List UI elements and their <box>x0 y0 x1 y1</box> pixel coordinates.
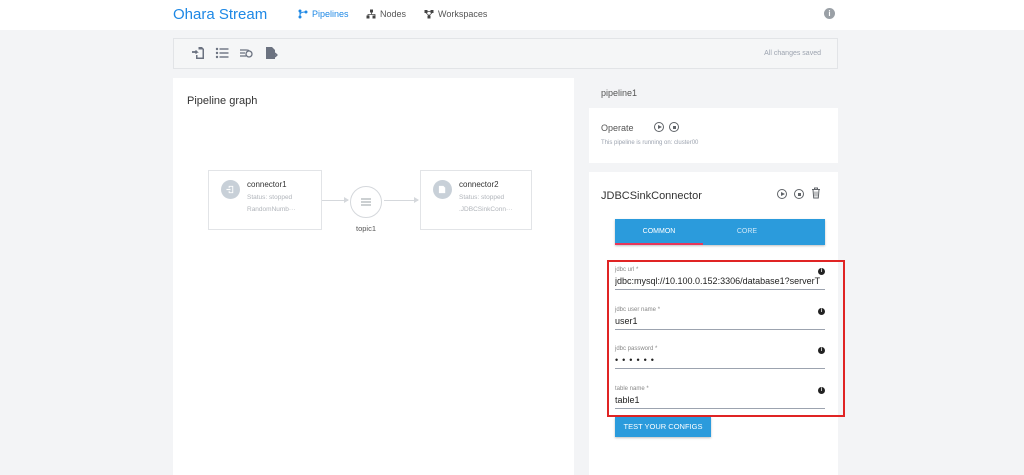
test-configs-button[interactable]: TEST YOUR CONFIGS <box>615 417 711 437</box>
nav-pipelines-label: Pipelines <box>312 9 349 19</box>
topic-label: topic1 <box>356 224 377 233</box>
info-icon[interactable]: i <box>818 308 825 315</box>
arrow-icon <box>344 197 349 203</box>
delete-icon[interactable] <box>811 187 821 199</box>
arrow-icon <box>414 197 419 203</box>
save-status: All changes saved <box>764 50 821 57</box>
node-status: Status: stopped <box>459 194 505 201</box>
config-tabs: COMMON CORE <box>615 219 825 245</box>
graph-topic-node[interactable] <box>350 186 382 218</box>
source-connector-icon[interactable] <box>191 46 205 60</box>
jdbc-user-name-input[interactable]: user1 <box>615 316 825 330</box>
node-status: Status: stopped <box>247 194 293 201</box>
source-connector-icon <box>221 180 240 199</box>
graph-node-connector2[interactable]: connector2 Status: stopped .JDBCSinkConn… <box>420 170 532 230</box>
jdbc-password-input[interactable]: •••••• <box>615 355 825 369</box>
stop-icon <box>672 125 676 129</box>
node-type: RandomNumb··· <box>247 206 296 213</box>
tab-common[interactable]: COMMON <box>615 219 703 245</box>
play-icon <box>781 192 785 196</box>
table-name-input[interactable]: table1 <box>615 395 825 409</box>
top-nav-bar: Ohara Stream Pipelines Nodes Workspaces … <box>0 0 1024 30</box>
field-label: jdbc password * <box>615 346 658 352</box>
nav-nodes-label: Nodes <box>380 9 407 19</box>
pipeline-icon <box>298 9 308 19</box>
info-icon[interactable]: i <box>824 8 835 19</box>
table-name-field[interactable]: table name * i table1 <box>615 386 825 409</box>
node-type: .JDBCSinkConn··· <box>459 206 513 213</box>
node-name: connector2 <box>459 180 499 189</box>
info-icon[interactable]: i <box>818 268 825 275</box>
nav-workspaces-label: Workspaces <box>438 9 488 19</box>
connector-start-button[interactable] <box>777 189 787 199</box>
operate-card: Operate This pipeline is running on: clu… <box>589 108 838 163</box>
graph-edge <box>384 200 418 201</box>
pipeline-stop-button[interactable] <box>669 122 679 132</box>
tab-core[interactable]: CORE <box>703 219 791 245</box>
pipeline-graph-panel: Pipeline graph connector1 Status: stoppe… <box>173 78 574 475</box>
info-icon[interactable]: i <box>818 347 825 354</box>
field-label: jdbc user name * <box>615 307 661 313</box>
pipeline-toolbar: All changes saved <box>173 38 838 69</box>
jdbc-url-input[interactable]: jdbc:mysql://10.100.0.152:3306/database1… <box>615 276 825 290</box>
node-name: connector1 <box>247 180 287 189</box>
stream-app-icon[interactable] <box>239 46 253 60</box>
graph-title: Pipeline graph <box>187 95 258 107</box>
nav-nodes[interactable]: Nodes <box>366 9 406 19</box>
jdbc-password-field[interactable]: jdbc password * i •••••• <box>615 346 825 369</box>
operate-label: Operate <box>601 123 634 133</box>
jdbc-user-name-field[interactable]: jdbc user name * i user1 <box>615 307 825 330</box>
nodes-icon <box>366 9 376 19</box>
brand-logo[interactable]: Ohara Stream <box>173 6 267 23</box>
connector-title: JDBCSinkConnector <box>601 190 702 202</box>
play-icon <box>658 125 662 129</box>
topic-list-icon[interactable] <box>215 46 229 60</box>
pipeline-start-button[interactable] <box>654 122 664 132</box>
graph-node-connector1[interactable]: connector1 Status: stopped RandomNumb··· <box>208 170 322 230</box>
field-label: jdbc url * <box>615 267 639 273</box>
running-on-text: This pipeline is running on: cluster00 <box>601 140 699 146</box>
connector-stop-button[interactable] <box>794 189 804 199</box>
jdbc-url-field[interactable]: jdbc url * i jdbc:mysql://10.100.0.152:3… <box>615 267 825 290</box>
nav-workspaces[interactable]: Workspaces <box>424 9 487 19</box>
stop-icon <box>797 192 801 196</box>
sink-connector-icon <box>433 180 452 199</box>
pipeline-name: pipeline1 <box>601 88 638 98</box>
nav-pipelines[interactable]: Pipelines <box>298 9 349 19</box>
workspaces-icon <box>424 10 434 19</box>
field-label: table name * <box>615 386 649 392</box>
sink-connector-icon[interactable] <box>264 46 278 60</box>
topic-icon <box>361 198 371 206</box>
info-icon[interactable]: i <box>818 387 825 394</box>
